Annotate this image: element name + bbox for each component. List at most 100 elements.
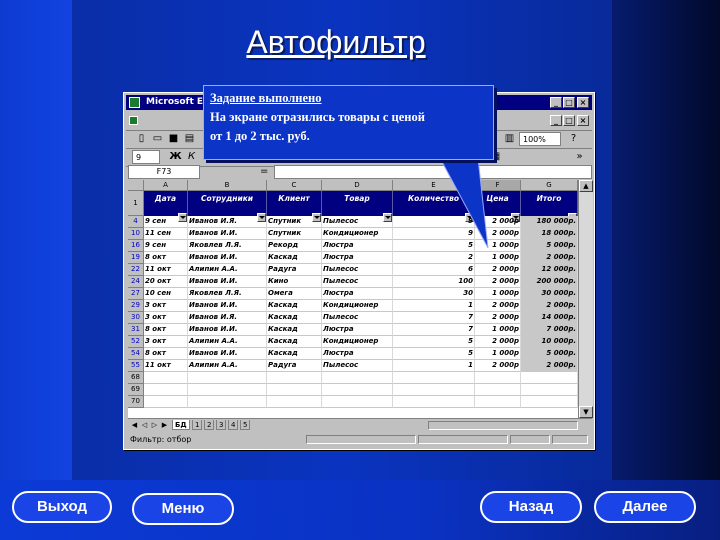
doc-restore-button[interactable]: □ [563, 115, 575, 126]
row-number[interactable]: 4 [128, 216, 144, 228]
empty-cell[interactable] [144, 396, 188, 408]
row-number[interactable]: 29 [128, 300, 144, 312]
table-cell-client[interactable]: Каскад [267, 348, 322, 360]
maximize-button[interactable]: □ [563, 97, 575, 108]
doc-minimize-button[interactable]: _ [550, 115, 562, 126]
table-cell-qty[interactable]: 9 [393, 216, 475, 228]
first-sheet-icon[interactable]: ◀ [130, 420, 139, 430]
name-box[interactable]: F73 [128, 165, 200, 179]
empty-cell[interactable] [521, 372, 578, 384]
table-cell-item[interactable]: Кондиционер [322, 300, 393, 312]
sheet-tab-db[interactable]: БД [172, 420, 190, 430]
table-cell-item[interactable]: Люстра [322, 324, 393, 336]
table-cell-client[interactable]: Каскад [267, 300, 322, 312]
font-size-select[interactable]: 9 [132, 150, 160, 164]
row-number[interactable]: 69 [128, 384, 144, 396]
table-cell-client[interactable]: Каскад [267, 336, 322, 348]
table-cell-date[interactable]: 3 окт [144, 300, 188, 312]
sheet-tab-3[interactable]: 3 [216, 420, 227, 430]
column-header-b[interactable]: B [188, 180, 267, 191]
table-cell-item[interactable]: Пылесос [322, 216, 393, 228]
table-cell-emp[interactable]: Яковлев Л.Я. [188, 240, 267, 252]
table-cell-date[interactable]: 10 сен [144, 288, 188, 300]
formula-bar-input[interactable] [274, 165, 592, 179]
table-cell-client[interactable]: Каскад [267, 324, 322, 336]
table-cell-total[interactable]: 18 000р. [521, 228, 578, 240]
table-cell-date[interactable]: 3 окт [144, 312, 188, 324]
table-cell-item[interactable]: Люстра [322, 348, 393, 360]
table-cell-price[interactable]: 1 000р [475, 288, 521, 300]
horizontal-scrollbar[interactable] [428, 421, 578, 430]
table-cell-client[interactable]: Рекорд [267, 240, 322, 252]
empty-cell[interactable] [393, 396, 475, 408]
row-number[interactable]: 19 [128, 252, 144, 264]
table-cell-qty[interactable]: 7 [393, 324, 475, 336]
zoom-select[interactable]: 100% [519, 132, 561, 146]
table-cell-qty[interactable]: 7 [393, 312, 475, 324]
table-cell-item[interactable]: Пылесос [322, 312, 393, 324]
table-cell-total[interactable]: 2 000р. [521, 360, 578, 372]
next-sheet-icon[interactable]: ▷ [150, 420, 159, 430]
table-cell-emp[interactable]: Алипин А.А. [188, 336, 267, 348]
table-cell-price[interactable]: 2 000р [475, 312, 521, 324]
table-cell-item[interactable]: Пылесос [322, 360, 393, 372]
table-cell-total[interactable]: 7 000р. [521, 324, 578, 336]
column-header-f[interactable]: F [475, 180, 521, 191]
row-number[interactable]: 68 [128, 372, 144, 384]
table-cell-total[interactable]: 5 000р. [521, 348, 578, 360]
empty-cell[interactable] [267, 384, 322, 396]
table-cell-total[interactable]: 180 000р. [521, 216, 578, 228]
column-header-c[interactable]: C [267, 180, 322, 191]
row-number[interactable]: 16 [128, 240, 144, 252]
table-cell-date[interactable]: 9 сен [144, 216, 188, 228]
last-sheet-icon[interactable]: ▶ [160, 420, 169, 430]
table-cell-total[interactable]: 14 000р. [521, 312, 578, 324]
table-cell-total[interactable]: 2 000р. [521, 300, 578, 312]
table-cell-qty[interactable]: 1 [393, 360, 475, 372]
table-cell-client[interactable]: Спутник [267, 216, 322, 228]
row-number[interactable]: 54 [128, 348, 144, 360]
italic-button[interactable]: К [184, 150, 199, 164]
table-cell-total[interactable]: 5 000р. [521, 240, 578, 252]
table-cell-item[interactable]: Люстра [322, 252, 393, 264]
table-cell-emp[interactable]: Иванов И.И. [188, 228, 267, 240]
empty-cell[interactable] [144, 384, 188, 396]
table-cell-qty[interactable]: 5 [393, 348, 475, 360]
table-cell-price[interactable]: 2 000р [475, 336, 521, 348]
table-cell-date[interactable]: 11 окт [144, 264, 188, 276]
row-number[interactable]: 31 [128, 324, 144, 336]
empty-cell[interactable] [393, 372, 475, 384]
table-cell-item[interactable]: Кондиционер [322, 336, 393, 348]
table-cell-price[interactable]: 1 000р [475, 252, 521, 264]
table-cell-qty[interactable]: 5 [393, 336, 475, 348]
sheet-tab-1[interactable]: 1 [192, 420, 203, 430]
doc-close-button[interactable]: × [577, 115, 589, 126]
column-header-e[interactable]: E [393, 180, 475, 191]
column-header-a[interactable]: A [144, 180, 188, 191]
table-cell-emp[interactable]: Иванов И.И. [188, 252, 267, 264]
row-number[interactable]: 55 [128, 360, 144, 372]
worksheet-grid[interactable]: A B C D E F G 1 Дата Сотрудники Клиент Т… [128, 180, 578, 418]
toolbar-options-icon[interactable]: » [572, 150, 587, 164]
table-cell-client[interactable]: Каскад [267, 252, 322, 264]
table-cell-price[interactable]: 2 000р [475, 228, 521, 240]
table-cell-client[interactable]: Кино [267, 276, 322, 288]
row-number[interactable]: 24 [128, 276, 144, 288]
table-cell-qty[interactable]: 30 [393, 288, 475, 300]
table-cell-item[interactable]: Кондиционер [322, 228, 393, 240]
table-cell-emp[interactable]: Иванов И.Я. [188, 312, 267, 324]
empty-cell[interactable] [322, 396, 393, 408]
table-cell-client[interactable]: Радуга [267, 360, 322, 372]
table-cell-emp[interactable]: Алипин А.А. [188, 264, 267, 276]
table-cell-emp[interactable]: Иванов И.Я. [188, 216, 267, 228]
table-cell-item[interactable]: Пылесос [322, 276, 393, 288]
table-cell-price[interactable]: 2 000р [475, 216, 521, 228]
table-cell-price[interactable]: 2 000р [475, 360, 521, 372]
table-cell-date[interactable]: 8 окт [144, 348, 188, 360]
empty-cell[interactable] [475, 384, 521, 396]
row-number[interactable]: 30 [128, 312, 144, 324]
table-cell-client[interactable]: Спутник [267, 228, 322, 240]
save-icon[interactable]: ■ [166, 132, 181, 146]
empty-cell[interactable] [144, 372, 188, 384]
sheet-tab-2[interactable]: 2 [204, 420, 215, 430]
